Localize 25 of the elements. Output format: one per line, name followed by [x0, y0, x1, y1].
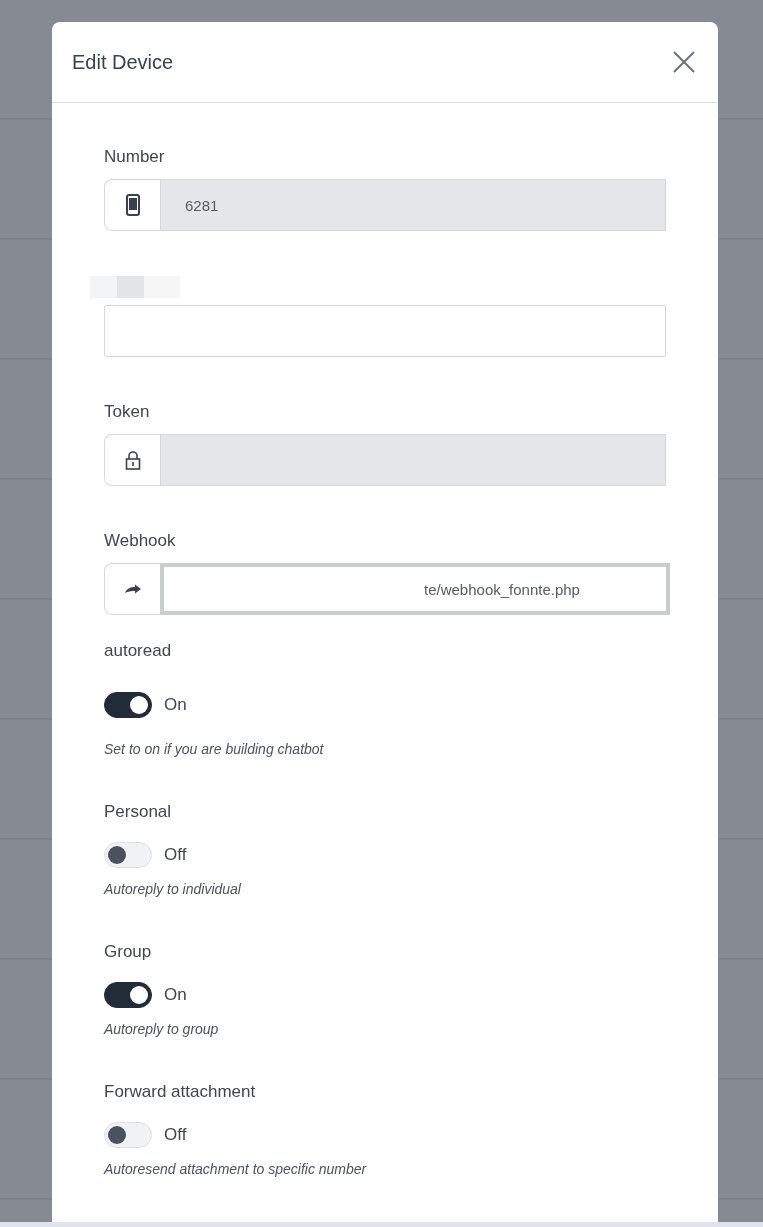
share-arrow-icon — [123, 584, 142, 594]
toggle-state: Off — [164, 1125, 187, 1145]
help-text: Autoreply to individual — [104, 881, 242, 898]
toggle-label: autoread — [104, 641, 173, 662]
input-field[interactable]: te/webhook_fonnte.php — [160, 563, 670, 615]
toggle-label: Forward attachment — [104, 1082, 257, 1103]
toggle-state: On — [164, 695, 187, 715]
field-label: Token — [104, 402, 151, 423]
toggle-label: Personal — [104, 802, 173, 823]
help-text: Autoresend attachment to specific number — [104, 1161, 368, 1178]
input-field[interactable]: 6281 — [160, 179, 666, 231]
lock-icon — [124, 450, 141, 470]
input-field[interactable] — [104, 305, 666, 357]
input-field[interactable] — [160, 434, 666, 486]
field-label: Webhook — [104, 531, 177, 552]
toggle-state: Off — [164, 845, 187, 865]
toggle-state: On — [164, 985, 187, 1005]
toggle-switch[interactable] — [104, 692, 152, 718]
toggle-switch[interactable] — [104, 982, 152, 1008]
dialog-title: Edit Device — [72, 50, 174, 74]
phone-icon — [125, 194, 140, 216]
help-text: Autoreply to group — [104, 1021, 220, 1038]
field-label: Number — [104, 147, 166, 168]
help-text: Set to on if you are building chatbot — [104, 741, 325, 758]
toggle-label: Group — [104, 942, 153, 963]
